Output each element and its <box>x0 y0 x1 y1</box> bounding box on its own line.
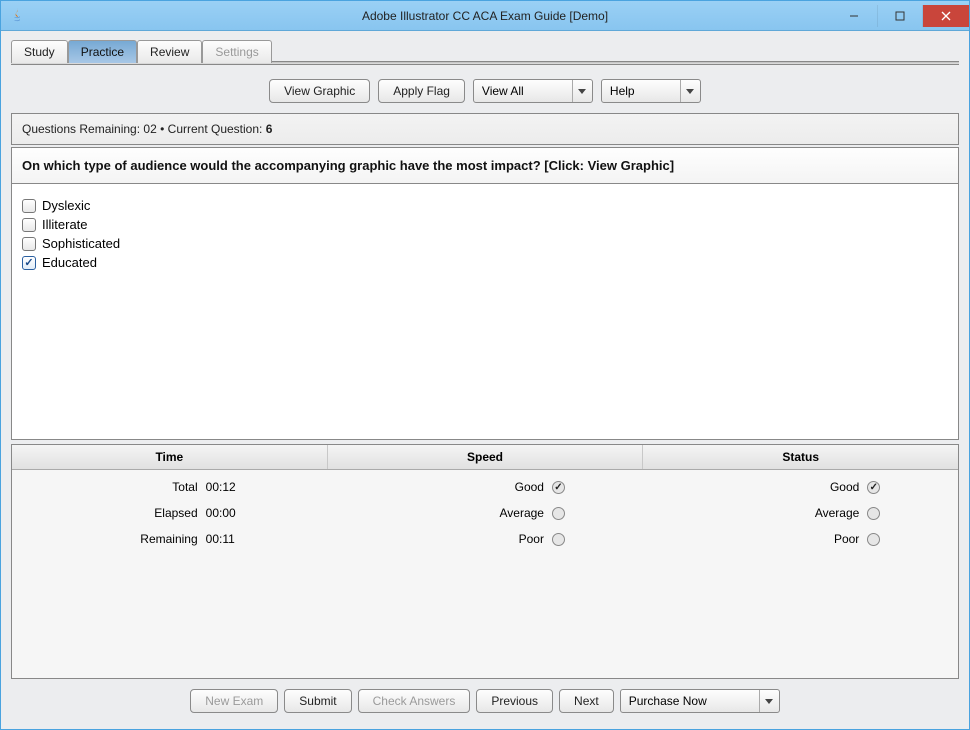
stats-panel: Time Speed Status Total 00:12 Elapsed 00… <box>11 444 959 679</box>
radio-icon <box>867 507 880 520</box>
chevron-down-icon <box>680 80 700 102</box>
answer-option[interactable]: Sophisticated <box>22 234 948 253</box>
current-question-label: Current Question: <box>168 122 263 136</box>
purchase-dropdown[interactable]: Purchase Now <box>620 689 780 713</box>
stat-row: Good <box>405 480 565 494</box>
submit-button[interactable]: Submit <box>284 689 351 713</box>
tab-strip: Study Practice Review Settings <box>11 39 959 62</box>
toolbar: View Graphic Apply Flag View All Help <box>11 73 959 113</box>
checkbox-icon[interactable] <box>22 256 36 270</box>
radio-icon <box>552 533 565 546</box>
tab-study[interactable]: Study <box>11 40 68 63</box>
status-average-label: Average <box>720 506 859 520</box>
help-value: Help <box>610 84 635 98</box>
help-dropdown[interactable]: Help <box>601 79 701 103</box>
chevron-down-icon <box>572 80 592 102</box>
current-question-value: 6 <box>266 122 273 136</box>
maximize-button[interactable] <box>877 5 923 27</box>
content-area: Study Practice Review Settings View Grap… <box>1 31 969 729</box>
remaining-value: 00:11 <box>206 532 250 546</box>
elapsed-value: 00:00 <box>206 506 250 520</box>
view-filter-dropdown[interactable]: View All <box>473 79 593 103</box>
tab-practice[interactable]: Practice <box>68 40 137 63</box>
previous-button[interactable]: Previous <box>476 689 553 713</box>
elapsed-label: Elapsed <box>90 506 198 520</box>
answer-option[interactable]: Educated <box>22 253 948 272</box>
next-button[interactable]: Next <box>559 689 614 713</box>
tab-review[interactable]: Review <box>137 40 202 63</box>
bottom-toolbar: New Exam Submit Check Answers Previous N… <box>11 679 959 719</box>
speed-average-label: Average <box>405 506 544 520</box>
checkbox-icon[interactable] <box>22 199 36 213</box>
stat-row: Average <box>720 506 880 520</box>
radio-icon <box>552 481 565 494</box>
stat-row: Good <box>720 480 880 494</box>
check-answers-button: Check Answers <box>358 689 471 713</box>
purchase-value: Purchase Now <box>629 694 707 708</box>
status-poor-label: Poor <box>720 532 859 546</box>
status-column: Good Average Poor <box>643 480 958 668</box>
question-box: On which type of audience would the acco… <box>12 148 958 184</box>
answer-label: Sophisticated <box>42 236 120 251</box>
answers-list: Dyslexic Illiterate Sophisticated Educat… <box>12 184 958 439</box>
new-exam-button: New Exam <box>190 689 278 713</box>
stat-row: Elapsed 00:00 <box>90 506 250 520</box>
chevron-down-icon <box>759 690 779 712</box>
total-value: 00:12 <box>206 480 250 494</box>
app-window: Adobe Illustrator CC ACA Exam Guide [Dem… <box>0 0 970 730</box>
minimize-button[interactable] <box>831 5 877 27</box>
speed-column: Good Average Poor <box>327 480 642 668</box>
close-button[interactable] <box>923 5 969 27</box>
separator: • <box>160 122 164 136</box>
stats-header: Time Speed Status <box>12 445 958 470</box>
stats-body: Total 00:12 Elapsed 00:00 Remaining 00:1… <box>12 470 958 678</box>
questions-remaining-value: 02 <box>143 122 156 136</box>
question-panel: On which type of audience would the acco… <box>11 147 959 440</box>
answer-label: Dyslexic <box>42 198 90 213</box>
java-app-icon <box>9 8 25 24</box>
radio-icon <box>867 481 880 494</box>
radio-icon <box>552 507 565 520</box>
status-good-label: Good <box>720 480 859 494</box>
titlebar: Adobe Illustrator CC ACA Exam Guide [Dem… <box>1 1 969 31</box>
remaining-label: Remaining <box>90 532 198 546</box>
window-controls <box>831 5 969 27</box>
stat-row: Poor <box>720 532 880 546</box>
checkbox-icon[interactable] <box>22 218 36 232</box>
speed-poor-label: Poor <box>405 532 544 546</box>
radio-icon <box>867 533 880 546</box>
total-label: Total <box>90 480 198 494</box>
answer-label: Educated <box>42 255 97 270</box>
checkbox-icon[interactable] <box>22 237 36 251</box>
speed-good-label: Good <box>405 480 544 494</box>
status-bar: Questions Remaining: 02 • Current Questi… <box>11 113 959 145</box>
stat-row: Poor <box>405 532 565 546</box>
question-text: On which type of audience would the acco… <box>22 158 674 173</box>
answer-option[interactable]: Dyslexic <box>22 196 948 215</box>
questions-remaining-label: Questions Remaining: <box>22 122 140 136</box>
apply-flag-button[interactable]: Apply Flag <box>378 79 465 103</box>
answer-option[interactable]: Illiterate <box>22 215 948 234</box>
col-status: Status <box>643 445 958 469</box>
time-column: Total 00:12 Elapsed 00:00 Remaining 00:1… <box>12 480 327 668</box>
col-time: Time <box>12 445 328 469</box>
answer-label: Illiterate <box>42 217 88 232</box>
stat-row: Total 00:12 <box>90 480 250 494</box>
stat-row: Average <box>405 506 565 520</box>
stat-row: Remaining 00:11 <box>90 532 250 546</box>
view-filter-value: View All <box>482 84 524 98</box>
tab-settings: Settings <box>202 40 271 63</box>
view-graphic-button[interactable]: View Graphic <box>269 79 370 103</box>
col-speed: Speed <box>328 445 644 469</box>
window-title: Adobe Illustrator CC ACA Exam Guide [Dem… <box>362 9 608 23</box>
